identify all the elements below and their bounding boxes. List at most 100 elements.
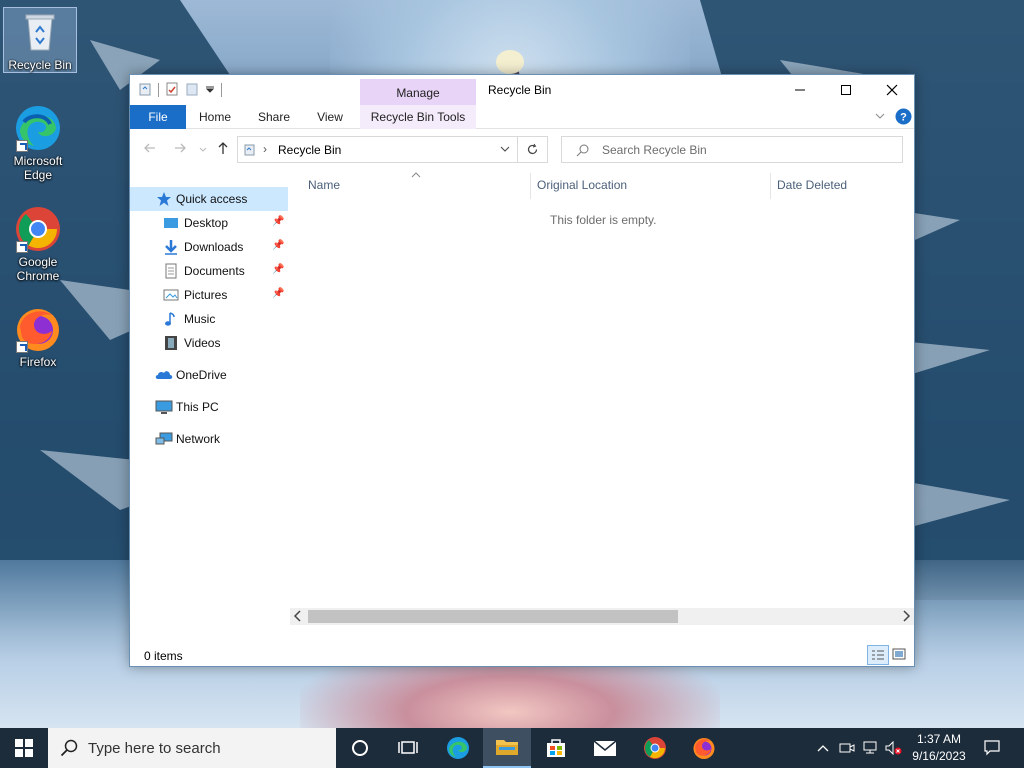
taskbar-firefox[interactable] [680,728,728,768]
action-center-button[interactable] [978,728,1006,768]
customize-toolbar-icon[interactable] [205,83,215,97]
nav-label: Videos [184,336,221,350]
empty-folder-message: This folder is empty. [550,213,657,227]
taskbar-edge[interactable] [434,728,482,768]
pin-icon[interactable]: 📌 [272,288,284,299]
nav-item-music[interactable]: Music [130,307,288,331]
window-title: Recycle Bin [488,83,552,97]
tab-recycle-bin-tools[interactable]: Recycle Bin Tools [360,105,476,129]
up-button[interactable] [214,141,232,157]
tab-file[interactable]: File [130,105,186,129]
scrollbar-thumb[interactable] [308,610,678,623]
task-view-icon [398,741,418,754]
nav-label: Quick access [176,192,248,206]
breadcrumb-chevron-icon[interactable]: › [263,142,267,156]
taskbar-chrome[interactable] [631,728,679,768]
desktop-icon-recycle-bin[interactable]: Recycle Bin [3,7,77,73]
desktop-icon-edge[interactable]: Microsoft Edge [1,104,75,182]
nav-item-desktop[interactable]: Desktop 📌 [130,211,288,235]
music-note-icon [163,311,179,327]
nav-item-pictures[interactable]: Pictures 📌 [130,283,288,307]
details-view-button[interactable] [867,645,889,665]
expand-ribbon-icon[interactable] [874,110,886,125]
scroll-right-icon[interactable] [902,610,911,625]
document-icon [163,263,179,279]
nav-item-network[interactable]: Network [130,427,288,451]
taskbar-file-explorer[interactable] [483,728,531,768]
pin-icon[interactable]: 📌 [272,240,284,251]
maximize-icon [841,85,851,95]
properties-icon[interactable] [165,82,179,99]
column-header-original-location[interactable]: Original Location [537,178,627,192]
back-arrow-icon [144,143,155,153]
nav-item-quick-access[interactable]: Quick access [130,187,288,211]
tab-view[interactable]: View [308,105,352,129]
address-row: › Recycle Bin Search Recycle Bin [130,130,914,168]
speaker-muted-icon [885,741,902,755]
taskbar-clock[interactable]: 1:37 AM 9/16/2023 [908,731,970,765]
taskbar-mail[interactable] [581,728,629,768]
cortana-circle-icon [352,740,368,756]
address-dropdown-icon[interactable] [499,143,511,158]
nav-label: Network [176,432,221,446]
show-hidden-icons-button[interactable] [812,728,834,768]
back-button[interactable] [141,141,159,157]
edge-icon [14,104,62,152]
title-bar: Manage Recycle Bin [130,75,915,106]
network-icon [155,431,173,447]
nav-label: Desktop [184,216,229,230]
refresh-button[interactable] [518,136,548,163]
recycle-bin-icon [16,8,64,56]
large-icons-view-button[interactable] [892,648,906,663]
desktop-icon-chrome[interactable]: Google Chrome [1,205,75,283]
recent-locations-button[interactable] [194,141,212,157]
toolbar-separator [158,83,159,97]
volume-tray-icon[interactable] [883,728,905,768]
desktop-icon-firefox[interactable]: Firefox [1,305,75,369]
meet-now-tray-icon[interactable] [836,728,858,768]
column-header-date-deleted[interactable]: Date Deleted [777,178,847,192]
help-icon[interactable]: ? [895,108,912,128]
details-view-icon [872,650,884,660]
start-button[interactable] [0,728,48,768]
task-view-button[interactable] [384,728,432,768]
breadcrumb-recycle-bin[interactable]: Recycle Bin [278,143,341,157]
nav-item-onedrive[interactable]: OneDrive [130,363,288,387]
address-bar[interactable]: › Recycle Bin [237,136,518,163]
new-folder-icon[interactable] [185,82,199,99]
download-arrow-icon [163,239,179,255]
sort-ascending-icon [411,167,421,181]
recycle-bin-small-icon [243,143,256,159]
pin-icon[interactable]: 📌 [272,264,284,275]
nav-label: Music [184,312,216,326]
nav-item-downloads[interactable]: Downloads 📌 [130,235,288,259]
minimize-button[interactable] [777,75,823,105]
tab-home[interactable]: Home [192,105,238,129]
taskbar-microsoft-store[interactable] [532,728,580,768]
nav-item-this-pc[interactable]: This PC [130,395,288,419]
file-list[interactable]: Name Original Location Date Deleted This… [290,168,914,638]
maximize-button[interactable] [823,75,869,105]
search-icon [576,143,590,160]
pin-icon[interactable]: 📌 [272,216,284,227]
scroll-left-icon[interactable] [293,610,302,625]
forward-button[interactable] [171,141,189,157]
film-strip-icon [163,335,179,351]
column-divider[interactable] [770,173,771,199]
network-tray-icon[interactable] [859,728,881,768]
nav-item-videos[interactable]: Videos [130,331,288,355]
column-divider[interactable] [530,173,531,199]
chevron-down-icon [199,147,207,152]
column-header-name[interactable]: Name [308,178,340,192]
navigation-pane: Quick access Desktop 📌 Downloads 📌 Docum… [130,185,288,637]
nav-item-documents[interactable]: Documents 📌 [130,259,288,283]
tab-share[interactable]: Share [250,105,298,129]
windows-logo-icon [15,739,33,757]
cloud-icon [155,367,173,383]
close-button[interactable] [869,75,915,105]
cortana-button[interactable] [336,728,384,768]
horizontal-scrollbar[interactable] [290,608,914,625]
taskbar-search-box[interactable]: Type here to search [48,728,336,768]
search-input[interactable]: Search Recycle Bin [561,136,903,163]
nav-label: OneDrive [176,368,227,382]
